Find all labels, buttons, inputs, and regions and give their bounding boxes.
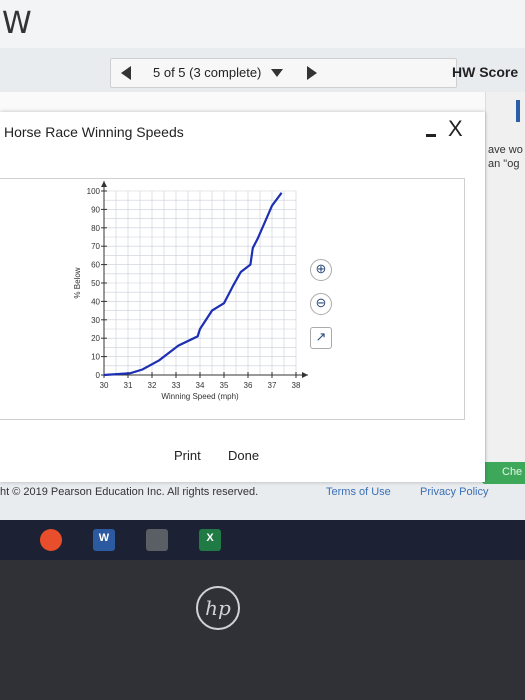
x-tick-label: 31 bbox=[124, 381, 133, 390]
y-axis-arrow bbox=[101, 181, 107, 187]
close-icon[interactable]: X bbox=[448, 116, 463, 142]
question-progress[interactable]: 5 of 5 (3 complete) bbox=[153, 65, 261, 80]
terms-of-use-link[interactable]: Terms of Use bbox=[326, 486, 391, 498]
word-icon[interactable]: W bbox=[93, 529, 115, 551]
x-tick-label: 36 bbox=[244, 381, 253, 390]
minimize-icon[interactable] bbox=[426, 134, 436, 137]
hp-logo-text: hp bbox=[205, 596, 231, 620]
y-tick-label: 40 bbox=[91, 297, 100, 306]
y-tick-label: 80 bbox=[91, 224, 100, 233]
x-axis-label: Winning Speed (mph) bbox=[161, 392, 239, 401]
y-tick-label: 60 bbox=[91, 261, 100, 270]
x-tick-label: 35 bbox=[220, 381, 229, 390]
x-tick-label: 38 bbox=[292, 381, 301, 390]
y-tick-label: 20 bbox=[91, 334, 100, 343]
hp-logo: hp bbox=[196, 586, 240, 630]
y-axis-label: % Below bbox=[73, 267, 82, 298]
y-tick-label: 10 bbox=[91, 353, 100, 362]
laptop-bezel bbox=[0, 560, 525, 700]
page-footer: ht © 2019 Pearson Education Inc. All rig… bbox=[0, 486, 525, 502]
x-tick-label: 30 bbox=[100, 381, 109, 390]
check-answer-button[interactable]: Che bbox=[482, 462, 525, 484]
chrome-icon[interactable] bbox=[40, 529, 62, 551]
scroll-marker bbox=[516, 100, 520, 122]
calculator-icon[interactable] bbox=[146, 529, 168, 551]
y-tick-label: 100 bbox=[87, 187, 101, 196]
print-button[interactable]: Print bbox=[174, 448, 201, 474]
privacy-policy-link[interactable]: Privacy Policy bbox=[420, 486, 488, 498]
y-tick-label: 30 bbox=[91, 316, 100, 325]
next-question-icon[interactable] bbox=[307, 66, 317, 80]
excel-icon[interactable]: X bbox=[199, 529, 221, 551]
zoom-in-icon[interactable]: ⊕ bbox=[310, 259, 332, 281]
previous-question-icon[interactable] bbox=[121, 66, 131, 80]
check-answer-label: Che bbox=[502, 466, 523, 478]
popout-icon[interactable]: ↗ bbox=[310, 327, 332, 349]
y-tick-label: 50 bbox=[91, 279, 100, 288]
y-tick-label: 0 bbox=[96, 371, 101, 380]
done-button[interactable]: Done bbox=[228, 448, 259, 474]
x-tick-label: 34 bbox=[196, 381, 205, 390]
app-letter: W bbox=[2, 6, 32, 41]
app-top-bar: W bbox=[0, 0, 525, 48]
chart-axes bbox=[101, 181, 308, 378]
graph-frame: 0 10 20 30 40 50 60 70 80 90 100 30 31 32 33 34 35 36 37 3… bbox=[0, 178, 465, 420]
hw-score-label: HW Score bbox=[452, 64, 519, 80]
graph-dialog: Horse Race Winning Speeds X 0 10 20 30 40 50 6… bbox=[0, 112, 485, 482]
question-navigator[interactable]: 5 of 5 (3 complete) bbox=[110, 58, 457, 88]
y-tick-label: 90 bbox=[91, 205, 100, 214]
zoom-out-icon[interactable]: ⊖ bbox=[310, 293, 332, 315]
x-tick-label: 33 bbox=[172, 381, 181, 390]
question-text-fragment: an "og bbox=[488, 158, 520, 170]
browser-screen: W 5 of 5 (3 complete) HW Score ave wo an… bbox=[0, 0, 525, 520]
x-tick-label: 32 bbox=[148, 381, 157, 390]
question-text-fragment: ave wo bbox=[488, 144, 523, 156]
x-tick-label: 37 bbox=[268, 381, 277, 390]
copyright-text: ht © 2019 Pearson Education Inc. All rig… bbox=[0, 486, 259, 498]
os-taskbar: W X bbox=[0, 520, 525, 560]
question-text-edge: ave wo an "og bbox=[485, 92, 525, 482]
y-tick-label: 70 bbox=[91, 242, 100, 251]
dialog-title: Horse Race Winning Speeds bbox=[4, 124, 184, 140]
x-axis-arrow bbox=[302, 372, 308, 378]
chevron-down-icon[interactable] bbox=[271, 69, 283, 77]
